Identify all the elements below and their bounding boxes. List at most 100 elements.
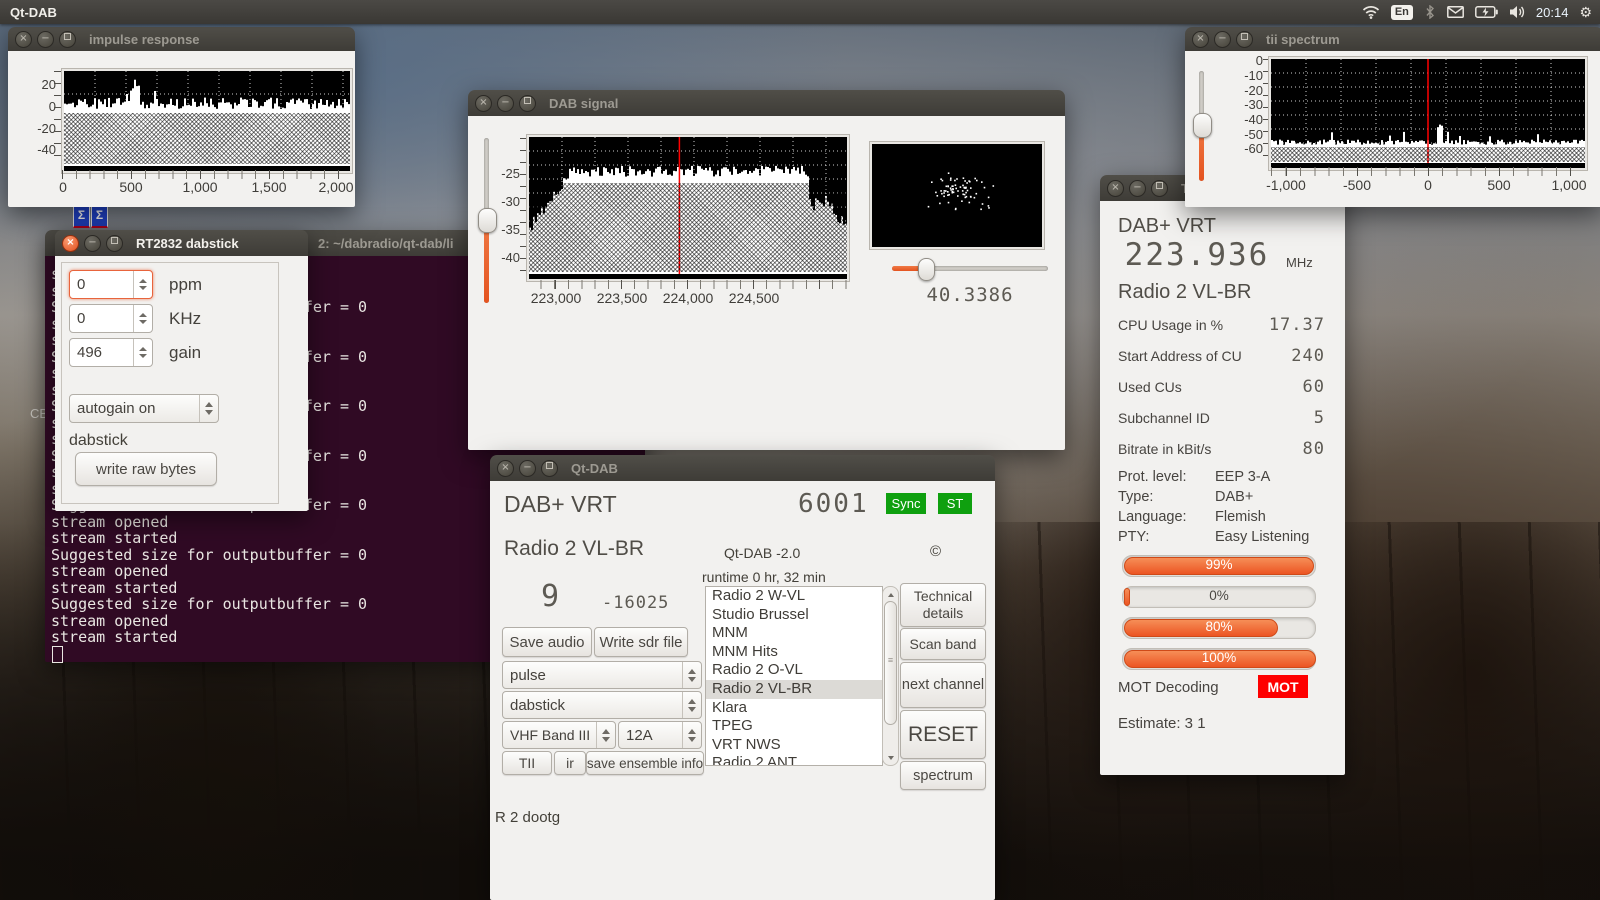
autogain-combo[interactable]: autogain on [69, 394, 219, 423]
maximize-icon[interactable] [519, 95, 536, 112]
service-list-item[interactable]: Klara [706, 699, 882, 718]
close-icon[interactable]: × [1107, 180, 1124, 197]
bluetooth-icon[interactable] [1424, 5, 1436, 19]
battery-icon[interactable] [1475, 6, 1498, 18]
tii-button[interactable]: TII [502, 751, 552, 775]
y-tick-label: 20 [22, 77, 56, 92]
spinner-arrows-icon[interactable] [133, 305, 152, 332]
combo-arrows-icon[interactable] [682, 722, 701, 748]
rt2832-window[interactable]: × − RT2832 dabstick 0 ppm 0 [55, 230, 308, 511]
service-list-item[interactable]: Studio Brussel [706, 606, 882, 625]
next-channel-button[interactable]: next channel [900, 662, 986, 708]
band-combo[interactable]: VHF Band III [502, 721, 616, 749]
minimize-icon[interactable]: − [519, 460, 536, 477]
spinner-arrows-icon[interactable] [133, 339, 152, 366]
spinbox-value[interactable]: 496 [70, 344, 133, 361]
audio-output-combo[interactable]: pulse [502, 661, 702, 689]
ir-button[interactable]: ir [554, 751, 586, 775]
tii-titlebar[interactable]: × − tii spectrum [1185, 27, 1600, 52]
spectrum-button[interactable]: spectrum [900, 761, 986, 790]
service-list-item[interactable]: Radio 2 VL-BR [706, 680, 882, 699]
value-spinbox[interactable]: 496 [69, 338, 153, 367]
minimize-icon[interactable]: − [497, 95, 514, 112]
volume-icon[interactable] [1509, 5, 1525, 19]
spinbox-value[interactable]: 0 [70, 276, 133, 293]
close-icon[interactable]: × [15, 31, 32, 48]
value-spinbox[interactable]: 0 [69, 270, 153, 299]
write-sdr-button[interactable]: Write sdr file [594, 627, 688, 657]
spinner-arrows-icon[interactable] [133, 271, 152, 298]
channel-combo[interactable]: 12A [618, 721, 702, 749]
rt2832-titlebar[interactable]: × − RT2832 dabstick [55, 230, 308, 257]
combo-arrows-icon[interactable] [682, 662, 701, 688]
y-tick-label: -20 [1217, 83, 1263, 98]
service-list[interactable]: Radio 2 W-VLStudio BrusselMNMMNM HitsRad… [705, 586, 883, 766]
minimize-icon[interactable]: − [1129, 180, 1146, 197]
qt-dab-main-window[interactable]: × − Qt-DAB DAB+ VRT 6001 Sync ST Radio 2… [490, 455, 995, 900]
minimize-icon[interactable]: − [1214, 31, 1231, 48]
constellation-slider-handle[interactable] [918, 258, 935, 281]
wifi-icon[interactable] [1362, 5, 1380, 19]
technical-details-button[interactable]: Technical details [900, 583, 986, 627]
tech-progress-bars: 99% 0% 80% 100% [1122, 555, 1316, 679]
combo-arrows-icon[interactable] [682, 692, 701, 718]
service-list-item[interactable]: MNM [706, 624, 882, 643]
main-titlebar[interactable]: × − Qt-DAB [490, 455, 995, 482]
progress-bar: 99% [1122, 555, 1316, 577]
combo-arrows-icon[interactable] [596, 722, 615, 748]
runtime-label: runtime 0 hr, 32 min [702, 569, 826, 585]
scan-band-button[interactable]: Scan band [900, 628, 986, 660]
maximize-icon[interactable] [1151, 180, 1168, 197]
close-icon[interactable]: × [497, 460, 514, 477]
session-gear-icon[interactable]: ⚙ [1579, 1, 1592, 23]
maximize-icon[interactable] [541, 460, 558, 477]
service-list-item[interactable]: MNM Hits [706, 643, 882, 662]
tech-info-row: PTY: Easy Listening [1118, 529, 1309, 549]
close-icon[interactable]: × [62, 235, 79, 252]
technical-data-window[interactable]: × − T DAB+ VRT 223.936 MHz Radio 2 VL-BR… [1100, 175, 1345, 775]
spinbox-value[interactable]: 0 [70, 310, 133, 327]
minimize-icon[interactable]: − [84, 235, 101, 252]
frequency-offset-lcd: 6001 [798, 489, 869, 519]
scroll-down-icon[interactable] [883, 751, 898, 764]
mail-icon[interactable] [1447, 6, 1464, 18]
impulse-titlebar[interactable]: × − impulse response [8, 27, 355, 52]
service-list-item[interactable]: Radio 2 O-VL [706, 661, 882, 680]
service-list-item[interactable]: Radio 2 ANT [706, 754, 882, 766]
ensemble-name: DAB+ VRT [504, 491, 617, 518]
reset-button[interactable]: RESET [900, 710, 986, 759]
mot-decoding-label: MOT Decoding [1118, 679, 1219, 696]
maximize-icon[interactable] [59, 31, 76, 48]
service-list-scrollbar[interactable] [882, 586, 899, 766]
scroll-up-icon[interactable] [883, 588, 898, 601]
x-axis-ticks [62, 170, 349, 179]
scrollbar-thumb[interactable] [884, 601, 897, 725]
impulse-response-window[interactable]: × − impulse response 20 0 -20 -40 0 500 … [8, 27, 355, 207]
maximize-icon[interactable] [106, 235, 123, 252]
minimize-icon[interactable]: − [37, 31, 54, 48]
save-ensemble-button[interactable]: save ensemble info [586, 751, 704, 775]
value-spinbox[interactable]: 0 [69, 304, 153, 333]
tii-spectrum-window[interactable]: × − tii spectrum 0 -10 -20 -30 -40 -50 -… [1185, 27, 1600, 207]
service-list-item[interactable]: Radio 2 W-VL [706, 587, 882, 606]
keyboard-layout-indicator[interactable]: En [1391, 5, 1413, 20]
tii-slider-handle[interactable] [1193, 113, 1212, 138]
spinbox-label: ppm [169, 275, 202, 295]
service-list-item[interactable]: VRT NWS [706, 736, 882, 755]
desktop-icon-sigma-1[interactable]: Σ [73, 206, 90, 228]
estimate-label: Estimate: 3 1 [1118, 715, 1206, 732]
maximize-icon[interactable] [1236, 31, 1253, 48]
save-audio-button[interactable]: Save audio [502, 627, 592, 657]
combo-arrows-icon[interactable] [199, 395, 218, 422]
progress-bar-label: 100% [1123, 650, 1315, 665]
close-icon[interactable]: × [1192, 31, 1209, 48]
tech-row-value: 80 [1303, 439, 1325, 459]
desktop-icon-sigma-2[interactable]: Σ [91, 206, 108, 228]
write-raw-bytes-button[interactable]: write raw bytes [75, 452, 217, 486]
close-icon[interactable]: × [475, 95, 492, 112]
device-combo[interactable]: dabstick [502, 691, 702, 719]
clock[interactable]: 20:14 [1536, 5, 1569, 20]
dab-signal-titlebar[interactable]: × − DAB signal [468, 90, 1065, 117]
service-list-item[interactable]: TPEG [706, 717, 882, 736]
dab-signal-window[interactable]: × − DAB signal -25 -30 -35 -40 223,000 2… [468, 90, 1065, 450]
